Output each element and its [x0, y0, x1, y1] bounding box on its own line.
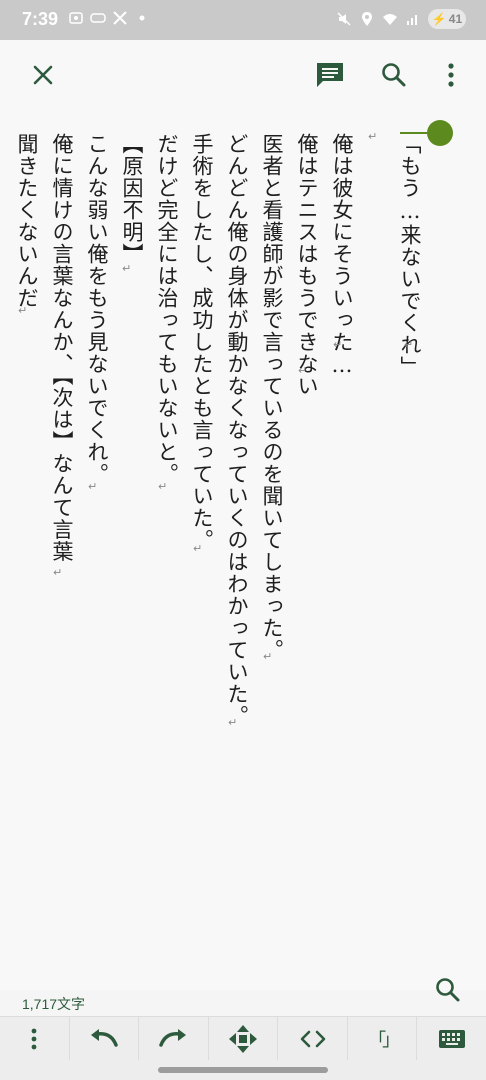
text-line: 聞きたくないんだ: [15, 133, 39, 309]
text-line: 医者と看護師が影で言っているのを聞いてしまった。: [260, 133, 284, 661]
signal-icon: [407, 15, 417, 25]
code-brackets-icon: [300, 1030, 325, 1048]
return-mark: ↵: [263, 650, 273, 663]
more-options-button[interactable]: [438, 58, 464, 92]
vertical-text-editor[interactable]: 「もう…来ないでくれ」 ↵ ↵ 俺は彼女にそういった… ↵ 俺はテニスはもうでき…: [0, 110, 486, 990]
dot-icon: [139, 15, 145, 21]
return-mark: ↵: [18, 304, 28, 317]
redo-icon: [159, 1029, 187, 1047]
return-mark: ↵: [88, 480, 98, 493]
return-mark: ↵: [53, 566, 63, 579]
return-mark: ↵: [122, 262, 132, 275]
text-line: 俺はテニスはもうできない: [295, 133, 319, 397]
x-logo-icon: [113, 11, 127, 25]
wifi-icon: [383, 14, 397, 25]
location-icon: [362, 12, 372, 26]
mute-icon: [337, 12, 351, 26]
editor-toolbar: 「」: [0, 1016, 486, 1061]
vr-icon: [90, 13, 106, 23]
cursor-move-button[interactable]: [209, 1017, 279, 1061]
system-nav-bar: [0, 1060, 486, 1080]
battery-indicator: ⚡ 41: [428, 9, 466, 29]
undo-icon: [90, 1029, 118, 1047]
move-arrows-icon: [229, 1025, 258, 1053]
screenshot-icon: [69, 12, 83, 24]
redo-button[interactable]: [139, 1017, 209, 1061]
app-bar: [0, 40, 486, 110]
status-time: 7:39: [22, 9, 59, 29]
text-line: 俺に情けの言葉なんか、【次は】なんて言葉: [50, 133, 74, 563]
return-mark: ↵: [158, 480, 168, 493]
return-mark: ↵: [193, 542, 203, 555]
status-bar: 7:39 ⚡ 41: [0, 0, 486, 40]
find-button[interactable]: [432, 974, 464, 1006]
search-button[interactable]: [377, 58, 411, 92]
return-mark: ↵: [404, 338, 414, 351]
character-count: 1,717文字: [22, 996, 86, 1012]
more-vert-icon: [31, 1028, 37, 1050]
comment-button[interactable]: [312, 58, 348, 92]
return-mark: ↵: [228, 716, 238, 729]
text-line: どんどん俺の身体が動かなくなっていくのはわかっていた。: [225, 133, 249, 727]
home-indicator[interactable]: [158, 1067, 328, 1073]
keyboard-icon: [438, 1030, 465, 1048]
text-line: 【原因不明】: [120, 133, 144, 265]
search-icon: [382, 63, 406, 87]
close-icon: [33, 65, 53, 85]
charging-icon: ⚡: [431, 12, 447, 26]
comment-icon: [317, 63, 343, 87]
keyboard-toggle-button[interactable]: [417, 1017, 486, 1061]
bracket-label: 「」: [368, 1030, 400, 1051]
battery-level: 41: [448, 12, 463, 26]
bracket-insert-button[interactable]: 「」: [348, 1017, 418, 1061]
text-line: だけど完全には治ってもいないと。: [155, 133, 179, 485]
return-mark: ↵: [368, 130, 378, 143]
search-icon: [436, 978, 460, 1002]
undo-button[interactable]: [70, 1017, 140, 1061]
text-line: こんな弱い俺をもう見ないでくれ。: [85, 133, 109, 485]
return-mark: ↵: [333, 338, 343, 351]
return-mark: ↵: [298, 364, 308, 377]
status-left-icons: [68, 10, 150, 26]
close-button[interactable]: [26, 58, 60, 92]
more-vert-icon: [448, 63, 454, 87]
code-tag-button[interactable]: [278, 1017, 348, 1061]
status-right-icons: ⚡ 41: [336, 9, 466, 29]
toolbar-more-button[interactable]: [0, 1017, 70, 1061]
text-line: 手術をしたし、成功したとも言っていた。: [190, 133, 214, 551]
